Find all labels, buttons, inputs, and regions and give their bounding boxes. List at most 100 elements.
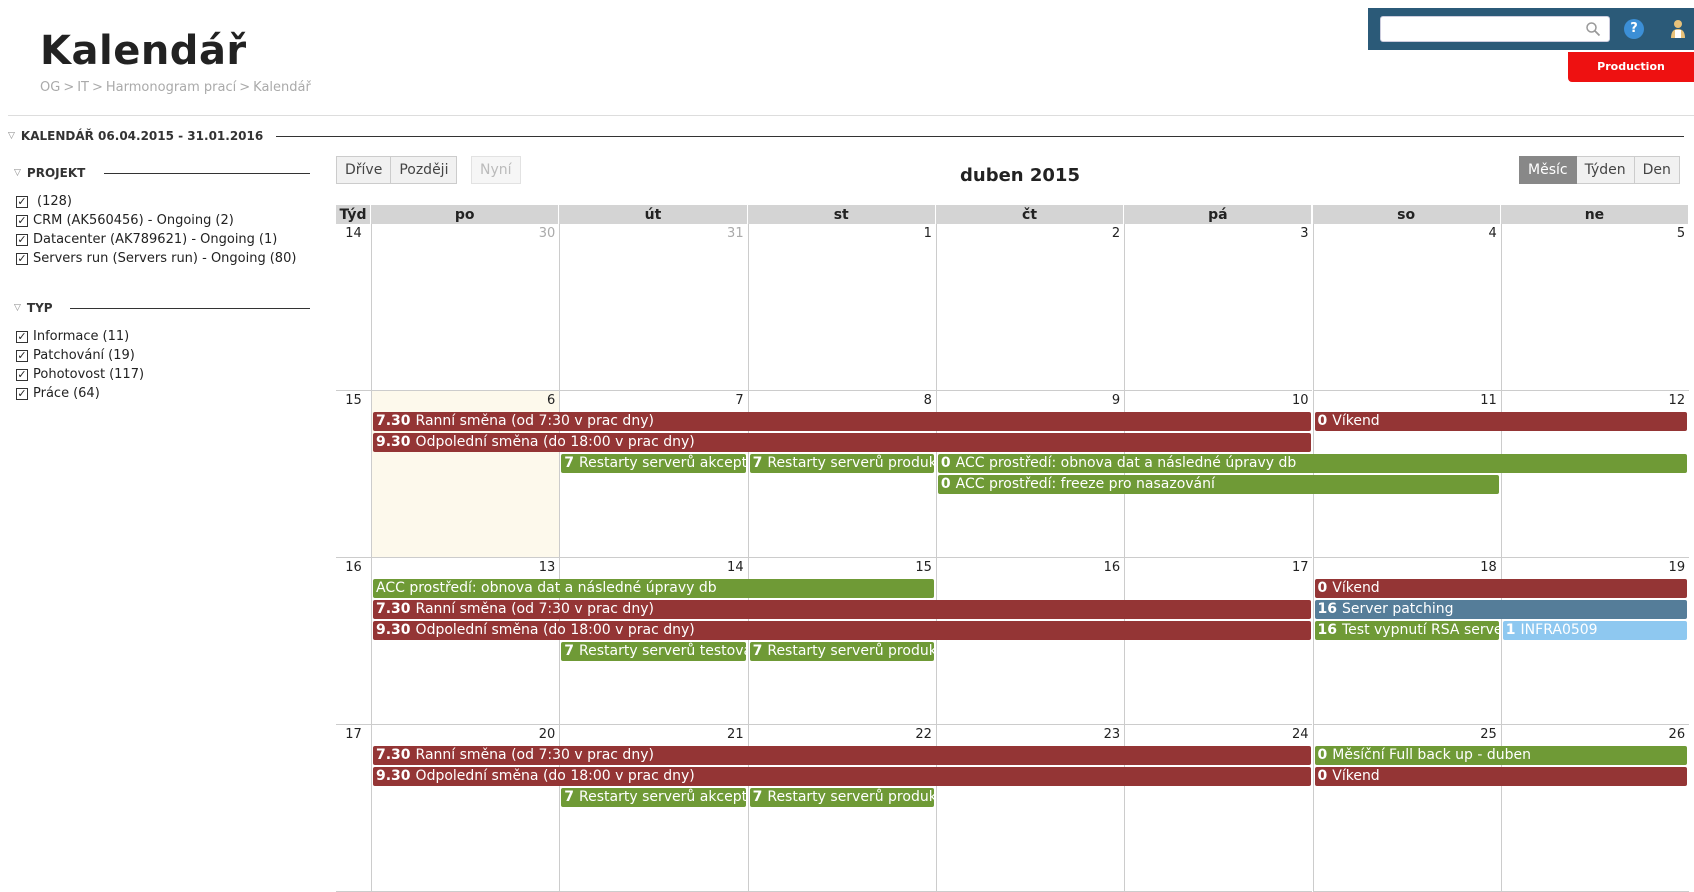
calendar-event[interactable]: 7.30 Ranní směna (od 7:30 v prac dny) (373, 412, 1311, 431)
calendar-event[interactable]: 7Restarty serverů produkčních (749, 788, 934, 807)
calendar-event[interactable]: 7Restarty serverů testovacích (561, 642, 746, 661)
day-number[interactable]: 16 (1104, 560, 1121, 575)
search-icon[interactable] (1585, 21, 1601, 37)
day-cell[interactable]: 5 (1500, 224, 1690, 391)
checkbox[interactable]: ✓ (16, 387, 28, 400)
calendar-event[interactable]: 0 Víkend (1314, 579, 1688, 598)
view-day-button[interactable]: Den (1634, 156, 1680, 184)
filter-item[interactable]: ✓ Datacenter (AK789621) - Ongoing (1) (16, 230, 296, 249)
filter-label: Servers run (Servers run) - Ongoing (33, 251, 266, 266)
day-number[interactable]: 24 (1292, 727, 1309, 742)
week-number: 14 (336, 224, 371, 391)
day-number[interactable]: 6 (547, 393, 555, 408)
day-number[interactable]: 3 (1300, 226, 1308, 241)
calendar-event[interactable]: 1 INFRA0509 (1502, 621, 1688, 640)
project-filter-title[interactable]: ▽ PROJEKT (14, 166, 85, 180)
calendar-event[interactable]: 7Restarty serverů produkčních (749, 454, 934, 473)
breadcrumb-item-harmonogram[interactable]: Harmonogram prací (106, 80, 236, 95)
filter-count: (128) (37, 194, 72, 209)
calendar-event[interactable]: 9.30 Odpolední směna (do 18:00 v prac dny… (373, 767, 1311, 786)
day-number[interactable]: 10 (1292, 393, 1309, 408)
calendar-event[interactable]: ACC prostředí: obnova dat a následné úpr… (373, 579, 934, 598)
day-number[interactable]: 30 (539, 226, 556, 241)
day-cell[interactable]: 2 (935, 224, 1125, 391)
day-number[interactable]: 4 (1489, 226, 1497, 241)
day-number[interactable]: 2 (1112, 226, 1120, 241)
calendar-event[interactable]: 16 Server patching (1314, 600, 1688, 619)
event-time: 7.30 (376, 413, 411, 429)
day-number[interactable]: 22 (915, 727, 932, 742)
day-number[interactable]: 1 (924, 226, 932, 241)
checkbox[interactable]: ✓ (16, 214, 28, 227)
day-number[interactable]: 18 (1480, 560, 1497, 575)
calendar-event[interactable]: 7Restarty serverů akceptačních (561, 788, 746, 807)
filter-item[interactable]: ✓ Práce (64) (16, 384, 144, 403)
filter-item[interactable]: ✓ Pohotovost (117) (16, 365, 144, 384)
later-button[interactable]: Později (391, 156, 458, 184)
day-number[interactable]: 17 (1292, 560, 1309, 575)
breadcrumb-item-og[interactable]: OG (40, 80, 60, 95)
calendar-event[interactable]: 7Restarty serverů produkčních (749, 642, 934, 661)
day-cell[interactable]: 30 (371, 224, 560, 391)
event-time: 7 (752, 789, 763, 805)
view-month-button[interactable]: Měsíc (1519, 156, 1577, 184)
day-number[interactable]: 8 (924, 393, 932, 408)
now-button[interactable]: Nyní (471, 156, 521, 184)
day-number[interactable]: 5 (1677, 226, 1685, 241)
project-filter-list: ✓ (128) ✓ CRM (AK560456) - Ongoing (2) ✓ Dat… (16, 192, 296, 268)
calendar-event[interactable]: 0 ACC prostředí: obnova dat a následné úp… (937, 454, 1688, 473)
user-icon[interactable] (1668, 18, 1688, 40)
calendar-section-title[interactable]: ▽ KALENDÁŘ 06.04.2015 - 31.01.2016 (8, 129, 263, 143)
day-cell[interactable]: 31 (559, 224, 748, 391)
breadcrumb-item-it[interactable]: IT (77, 80, 89, 95)
calendar-event[interactable]: 0 Víkend (1314, 412, 1688, 431)
day-number[interactable]: 13 (539, 560, 556, 575)
day-cell[interactable]: 1 (747, 224, 936, 391)
checkbox[interactable]: ✓ (16, 349, 28, 362)
day-number[interactable]: 20 (539, 727, 556, 742)
filter-count: (11) (102, 329, 130, 344)
day-number[interactable]: 23 (1104, 727, 1121, 742)
checkbox[interactable]: ✓ (16, 368, 28, 381)
filter-item[interactable]: ✓ Servers run (Servers run) - Ongoing (80) (16, 249, 296, 268)
checkbox[interactable]: ✓ (16, 233, 28, 246)
calendar-event[interactable]: 16Test vypnutí RSA serverů (1314, 621, 1499, 640)
day-number[interactable]: 11 (1480, 393, 1497, 408)
help-icon[interactable]: ? (1624, 19, 1644, 39)
event-time: 16 (1317, 601, 1337, 617)
filter-item[interactable]: ✓ (128) (16, 192, 296, 211)
filter-item[interactable]: ✓ Patchování (19) (16, 346, 144, 365)
day-number[interactable]: 19 (1669, 560, 1686, 575)
day-number[interactable]: 26 (1669, 727, 1686, 742)
calendar-event[interactable]: 0 ACC prostředí: freeze pro nasazování (937, 475, 1499, 494)
calendar-event[interactable]: 9.30 Odpolední směna (do 18:00 v prac dny… (373, 621, 1311, 640)
type-filter-title[interactable]: ▽ TYP (14, 301, 53, 315)
view-week-button[interactable]: Týden (1576, 156, 1635, 184)
calendar-event[interactable]: 9.30 Odpolední směna (do 18:00 v prac dny… (373, 433, 1311, 452)
search-input[interactable] (1381, 17, 1581, 41)
earlier-button[interactable]: Dříve (336, 156, 392, 184)
day-number[interactable]: 7 (735, 393, 743, 408)
calendar-event[interactable]: 7.30 Ranní směna (od 7:30 v prac dny) (373, 600, 1311, 619)
day-cell[interactable]: 16 (935, 558, 1125, 725)
day-number[interactable]: 14 (727, 560, 744, 575)
day-number[interactable]: 9 (1112, 393, 1120, 408)
filter-item[interactable]: ✓ Informace (11) (16, 327, 144, 346)
day-number[interactable]: 21 (727, 727, 744, 742)
day-number[interactable]: 25 (1480, 727, 1497, 742)
calendar-event[interactable]: 0 Víkend (1314, 767, 1688, 786)
day-number[interactable]: 31 (727, 226, 744, 241)
calendar-event[interactable]: 7.30 Ranní směna (od 7:30 v prac dny) (373, 746, 1311, 765)
event-title: Odpolední směna (do 18:00 v prac dny) (415, 434, 695, 450)
day-cell[interactable]: 3 (1124, 224, 1313, 391)
checkbox[interactable]: ✓ (16, 195, 28, 208)
day-cell[interactable]: 4 (1312, 224, 1501, 391)
day-number[interactable]: 12 (1669, 393, 1686, 408)
day-number[interactable]: 15 (915, 560, 932, 575)
checkbox[interactable]: ✓ (16, 330, 28, 343)
calendar-event[interactable]: 0 Měsíční Full back up - duben (1314, 746, 1688, 765)
filter-item[interactable]: ✓ CRM (AK560456) - Ongoing (2) (16, 211, 296, 230)
day-cell[interactable]: 17 (1124, 558, 1313, 725)
checkbox[interactable]: ✓ (16, 252, 28, 265)
calendar-event[interactable]: 7Restarty serverů akceptačních (561, 454, 746, 473)
